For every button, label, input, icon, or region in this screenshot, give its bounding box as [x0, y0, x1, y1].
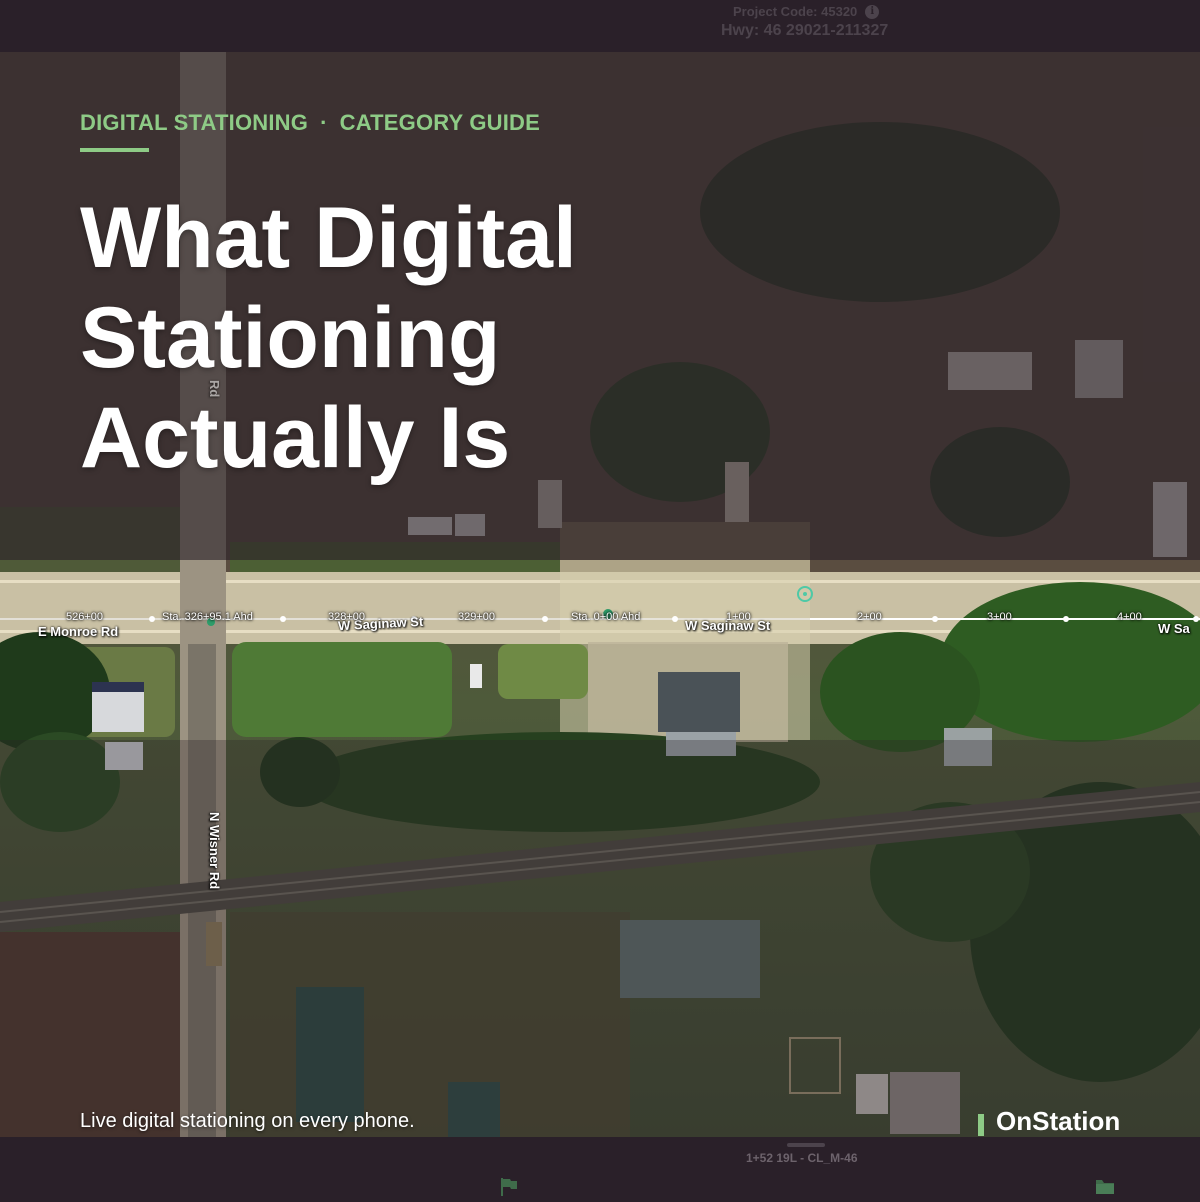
eyebrow-rule [80, 148, 149, 152]
headline: What Digital Stationing Actually Is [80, 188, 780, 488]
station-label-ahead: Sta. 0+00 Ahd [571, 611, 641, 623]
station-label: 328+00 [328, 611, 366, 623]
headline-line-1: What Digital [80, 190, 577, 286]
tagline: Live digital stationing on every phone. [80, 1110, 415, 1132]
station-label-ahead: Sta. 326+95.1 Ahd [162, 611, 253, 623]
headline-line-3: Actually Is [80, 390, 511, 486]
map-dim-bottom [0, 740, 1200, 1137]
station-label: 4+00 [1117, 611, 1142, 623]
brand-accent-bar [978, 1113, 984, 1136]
station-label: 329+00 [458, 611, 496, 623]
headline-line-2: Stationing [80, 290, 501, 386]
sheet-grabber-handle[interactable] [787, 1143, 825, 1147]
station-label: 1+00 [726, 611, 751, 623]
highway-label: Hwy: 46 29021-211327 [721, 22, 889, 39]
info-icon[interactable]: i [865, 4, 880, 19]
location-target-icon[interactable] [797, 586, 813, 602]
station-label: 526+00 [66, 611, 104, 623]
project-code: Project Code: 45320 i [733, 4, 880, 19]
bottom-sheet-bar: 1+52 19L - CL_M-46 [0, 1137, 1200, 1200]
folder-icon[interactable] [1095, 1179, 1115, 1200]
station-label: 2+00 [857, 611, 882, 623]
road-label-e-monroe: E Monroe Rd [38, 624, 119, 639]
eyebrow: DIGITAL STATIONING · CATEGORY GUIDE [80, 110, 540, 136]
flag-icon[interactable] [500, 1177, 518, 1202]
station-label: 3+00 [987, 611, 1012, 623]
top-app-bar: Project Code: 45320 i Hwy: 46 29021-2113… [0, 0, 1200, 52]
brand-name: OnStation [996, 1106, 1121, 1136]
road-label-n-wisner: N Wisner Rd [207, 812, 222, 890]
brand-logo: OnStation [978, 1106, 1120, 1137]
project-code-label: Project Code: 45320 [733, 4, 858, 19]
eyebrow-guide: CATEGORY GUIDE [339, 110, 541, 135]
road-label-w-saginaw-partial: W Sa [1158, 621, 1190, 636]
eyebrow-separator: · [320, 110, 328, 135]
eyebrow-category: DIGITAL STATIONING [80, 110, 309, 135]
station-readout: 1+52 19L - CL_M-46 [746, 1151, 858, 1165]
